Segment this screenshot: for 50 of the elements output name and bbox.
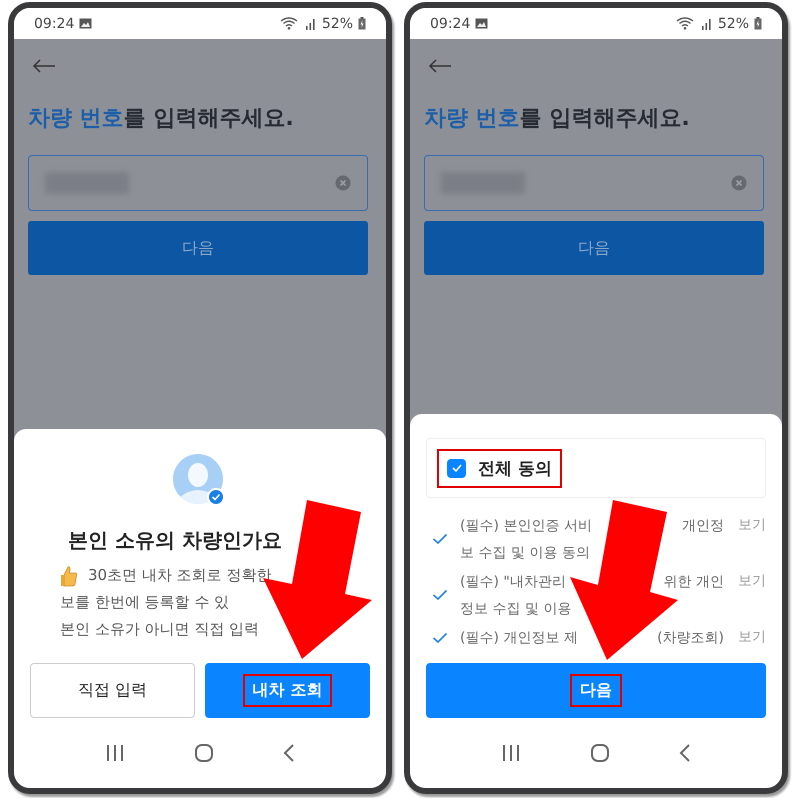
wifi-icon (676, 17, 696, 30)
view-link[interactable]: 보기 (724, 568, 766, 595)
battery-icon (754, 17, 762, 30)
view-link[interactable]: 보기 (724, 512, 766, 539)
status-time: 09:24 (430, 16, 470, 32)
next-button[interactable]: 다음 (426, 663, 766, 718)
consent-text: (필수) "내차관리 (460, 572, 566, 590)
status-time: 09:24 (34, 16, 74, 32)
back-arrow-icon[interactable] (32, 59, 56, 73)
wifi-icon (280, 17, 300, 30)
image-icon (475, 18, 488, 29)
page-headline: 차량 번호를 입력해주세요. (28, 105, 295, 133)
agree-all-label: 전체 동의 (478, 458, 552, 480)
battery-percent: 52% (322, 16, 353, 32)
page-headline: 차량 번호를 입력해주세요. (424, 105, 691, 133)
car-number-field[interactable] (28, 155, 368, 211)
back-icon[interactable] (679, 744, 692, 762)
battery-percent: 52% (718, 16, 749, 32)
description-text: 30초면 내차 조회로 정확한 (88, 566, 272, 585)
consent-text: 개인정 (682, 516, 724, 534)
consent-text: (차량조회) (657, 628, 724, 646)
description-text: 본인 소유가 아니면 직접 입력 (60, 620, 260, 639)
manual-entry-button[interactable]: 직접 입력 (30, 663, 195, 718)
signal-icon (304, 18, 317, 30)
view-link[interactable]: 보기 (724, 624, 766, 651)
check-icon[interactable] (432, 533, 448, 545)
home-icon[interactable] (194, 743, 214, 763)
car-number-field[interactable] (424, 155, 764, 211)
checkbox[interactable] (447, 458, 466, 478)
check-icon[interactable] (432, 632, 448, 644)
consent-text: 정보 수집 및 이용 (460, 600, 572, 618)
next-button[interactable]: 다음 (424, 221, 764, 275)
image-icon (79, 18, 92, 29)
consent-text: 보 수집 및 이용 동의 (460, 544, 590, 562)
home-icon[interactable] (590, 743, 610, 763)
consent-text: 위한 개인 (664, 572, 724, 590)
recent-apps-icon[interactable] (104, 744, 125, 762)
sheet-title: 본인 소유의 차량인가요 (67, 527, 282, 554)
back-arrow-icon[interactable] (428, 59, 452, 73)
check-icon[interactable] (432, 589, 448, 601)
battery-icon (358, 17, 366, 30)
signal-icon (700, 18, 713, 30)
consent-text: (필수) 본인인증 서비 (460, 516, 592, 534)
consent-text: (필수) 개인정보 제 (460, 628, 578, 646)
recent-apps-icon[interactable] (500, 744, 521, 762)
next-button[interactable]: 다음 (28, 221, 368, 275)
description-text: 보를 한번에 등록할 수 있 (60, 593, 230, 612)
back-icon[interactable] (283, 744, 296, 762)
thumbs-up-icon (60, 564, 78, 586)
lookup-button[interactable]: 내차 조회 (205, 663, 370, 718)
